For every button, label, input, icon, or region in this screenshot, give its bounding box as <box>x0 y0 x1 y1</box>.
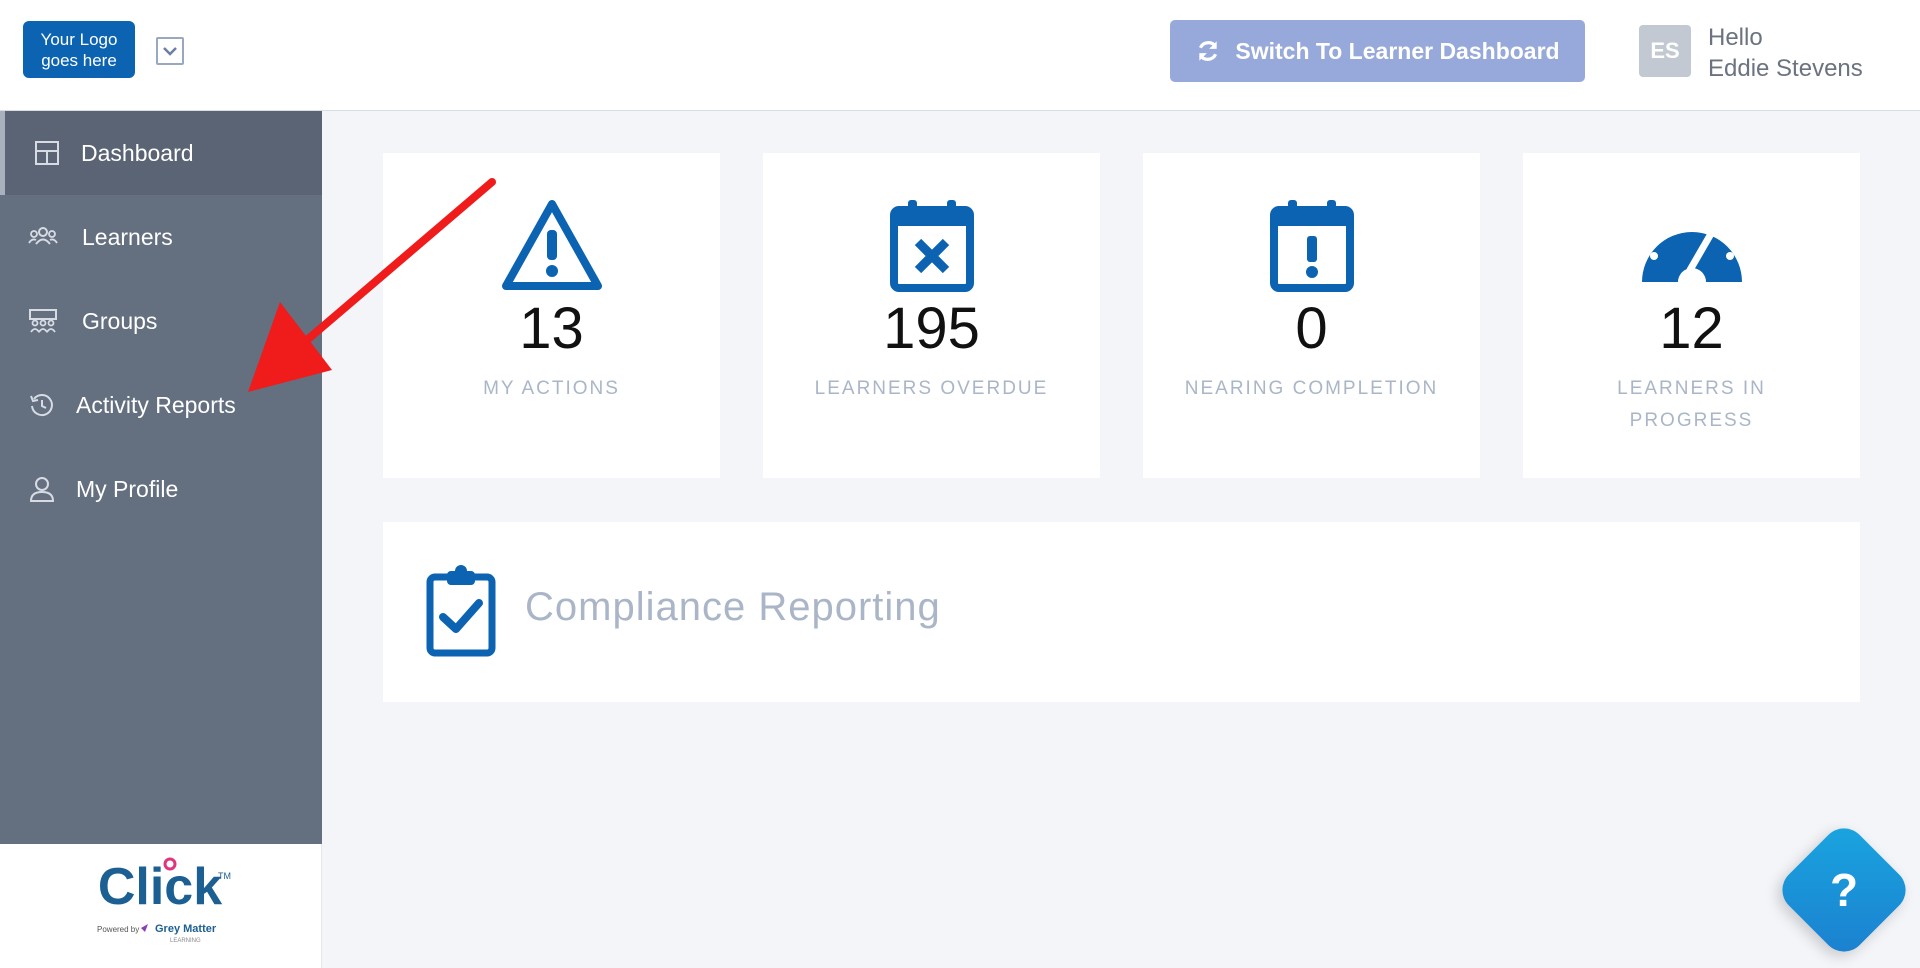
partner-subtitle: LEARNING <box>170 938 201 944</box>
sidebar-item-my-profile[interactable]: My Profile <box>0 447 322 531</box>
user-name: Eddie Stevens <box>1708 55 1863 82</box>
sidebar-item-groups[interactable]: Groups <box>0 279 322 363</box>
speedometer-icon <box>1641 216 1742 282</box>
compliance-title: Compliance Reporting <box>525 585 941 629</box>
partner-mark <box>141 924 148 932</box>
brand-name: Click <box>98 858 222 916</box>
logo-text: Your Logo goes here <box>40 29 118 70</box>
refresh-icon <box>1199 41 1218 61</box>
switch-to-learner-dashboard-button[interactable]: Switch To Learner Dashboard <box>1170 20 1585 82</box>
stat-label: LEARNERS IN PROGRESS <box>1617 378 1766 431</box>
stat-card-learners-overdue[interactable]: 195 LEARNERS OVERDUE <box>763 153 1100 478</box>
logo-dropdown-toggle[interactable] <box>156 37 184 65</box>
click-brand-logo: Click TM Powered by Grey Matter LEARNING <box>97 857 231 944</box>
chevron-down-icon <box>163 47 177 56</box>
clipboard-check-icon <box>426 565 496 657</box>
stat-card-my-actions[interactable]: 13 MY ACTIONS <box>383 153 720 478</box>
sidebar-item-label: Groups <box>82 307 158 334</box>
brand-trademark: TM <box>218 871 231 881</box>
warning-triangle-icon <box>501 200 602 290</box>
sidebar-item-label: Learners <box>82 223 173 250</box>
stat-label: MY ACTIONS <box>483 378 620 399</box>
stat-card-learners-in-progress[interactable]: 12 LEARNERS IN PROGRESS <box>1523 153 1860 478</box>
calendar-exclamation-icon <box>1269 200 1354 292</box>
sidebar-item-activity-reports[interactable]: Activity Reports <box>0 363 322 447</box>
calendar-x-icon <box>889 200 974 292</box>
sidebar-item-label: My Profile <box>76 475 179 502</box>
greeting-text: Hello <box>1708 24 1763 51</box>
user-icon <box>29 477 55 502</box>
groups-icon <box>29 309 57 333</box>
dashboard-grid-icon <box>35 141 59 165</box>
stat-value: 0 <box>1295 296 1328 361</box>
sidebar: Dashboard Learners Groups Activity Repor… <box>0 111 322 844</box>
brand-footer: Click TM Powered by Grey Matter LEARNING <box>0 844 322 968</box>
switch-button-label: Switch To Learner Dashboard <box>1235 37 1560 64</box>
powered-by-text: Powered by <box>97 925 139 934</box>
stat-label: NEARING COMPLETION <box>1184 378 1439 399</box>
sidebar-item-label: Activity Reports <box>76 391 236 418</box>
compliance-reporting-card[interactable]: Compliance Reporting <box>383 522 1860 702</box>
stat-value: 12 <box>1659 296 1724 361</box>
top-header: Your Logo goes here Switch To Learner Da… <box>0 0 1920 111</box>
company-logo[interactable]: Your Logo goes here <box>23 21 135 78</box>
sidebar-item-label: Dashboard <box>81 139 194 166</box>
sidebar-item-dashboard[interactable]: Dashboard <box>0 111 322 195</box>
avatar-initials: ES <box>1650 38 1680 63</box>
stat-label: LEARNERS OVERDUE <box>814 378 1049 399</box>
stat-value: 13 <box>519 296 584 361</box>
help-label: ? <box>1829 864 1859 916</box>
help-question-icon[interactable]: ? <box>1794 840 1894 940</box>
avatar[interactable]: ES <box>1639 25 1691 77</box>
users-icon <box>28 227 58 245</box>
history-icon <box>30 394 53 417</box>
sidebar-item-learners[interactable]: Learners <box>0 195 322 279</box>
partner-name: Grey Matter <box>155 923 217 935</box>
stat-value: 195 <box>883 296 980 361</box>
user-greeting[interactable]: Hello Eddie Stevens <box>1708 22 1863 84</box>
stat-card-nearing-completion[interactable]: 0 NEARING COMPLETION <box>1143 153 1480 478</box>
